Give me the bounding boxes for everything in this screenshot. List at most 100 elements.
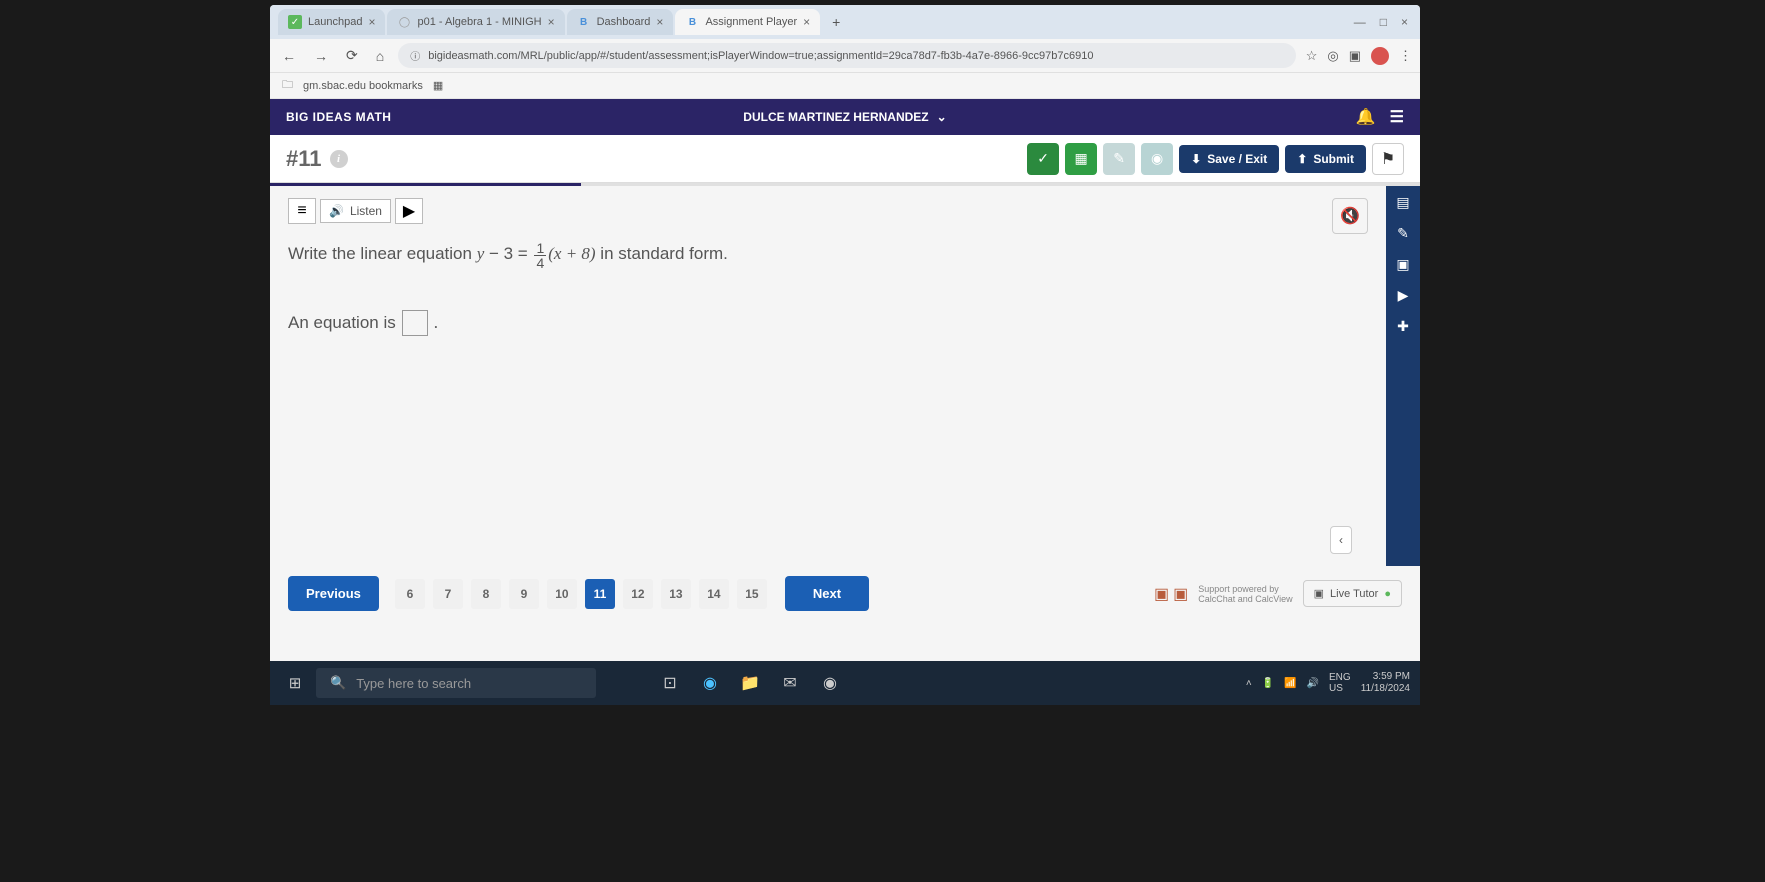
browser-tab[interactable]: B Assignment Player ×	[675, 9, 820, 35]
extension-icon[interactable]: ◎	[1327, 48, 1338, 64]
previous-button[interactable]: Previous	[288, 576, 379, 611]
fraction-numerator: 1	[534, 241, 546, 256]
listen-button[interactable]: 🔊 Listen	[320, 199, 391, 223]
prompt-text: − 3 =	[484, 244, 532, 263]
listen-menu-button[interactable]: ≡	[288, 198, 316, 224]
page-button-14[interactable]: 14	[699, 579, 729, 609]
site-info-icon[interactable]: ⓘ	[410, 48, 420, 63]
question-nav: Previous 6789101112131415 Next ▣ ▣ Suppo…	[270, 566, 1420, 621]
wifi-icon[interactable]: 📶	[1284, 678, 1296, 689]
browser-tab[interactable]: ✓ Launchpad ×	[278, 9, 385, 35]
question-number-text: #11	[286, 146, 322, 172]
search-icon: 🔍	[330, 675, 346, 691]
tab-title: p01 - Algebra 1 - MINIGH	[417, 16, 541, 28]
user-menu[interactable]: DULCE MARTINEZ HERNANDEZ ⌄	[743, 110, 946, 124]
tool-note-icon[interactable]: ▣	[1396, 256, 1409, 273]
page-button-13[interactable]: 13	[661, 579, 691, 609]
tool-accessibility-icon[interactable]: ✚	[1397, 318, 1409, 335]
tool-highlighter-icon[interactable]: ✎	[1397, 225, 1409, 242]
collapse-panel-button[interactable]: ‹	[1330, 526, 1352, 554]
live-tutor-button[interactable]: ▣ Live Tutor ●	[1303, 580, 1402, 607]
tool-button-calculator[interactable]: ▦	[1065, 143, 1097, 175]
start-button[interactable]: ⊞	[280, 668, 310, 698]
battery-icon[interactable]: 🔋	[1262, 678, 1274, 689]
url-input[interactable]: ⓘ bigideasmath.com/MRL/public/app/#/stud…	[398, 43, 1296, 68]
tool-button-scratchpad[interactable]: ✎	[1103, 143, 1135, 175]
close-icon[interactable]: ×	[803, 15, 810, 29]
submit-button[interactable]: ⬆ Submit	[1285, 145, 1366, 173]
mail-icon[interactable]: ✉	[776, 669, 804, 697]
answer-label: An equation is	[288, 313, 396, 333]
search-placeholder: Type here to search	[356, 676, 471, 691]
calcchat-icon[interactable]: ▣	[1154, 584, 1169, 604]
chrome-icon[interactable]: ◉	[816, 669, 844, 697]
mute-button[interactable]: 🔇	[1332, 198, 1368, 234]
save-exit-button[interactable]: ⬇ Save / Exit	[1179, 145, 1279, 173]
taskbar-search[interactable]: 🔍 Type here to search	[316, 668, 596, 698]
url-text: bigideasmath.com/MRL/public/app/#/studen…	[428, 50, 1093, 62]
close-icon[interactable]: ×	[656, 15, 663, 29]
close-icon[interactable]: ×	[368, 15, 375, 29]
page-button-11[interactable]: 11	[585, 579, 615, 609]
file-explorer-icon[interactable]: 📁	[736, 669, 764, 697]
math-expression: (x + 8)	[548, 244, 595, 263]
tray-clock[interactable]: 3:59 PM 11/18/2024	[1361, 671, 1410, 695]
tool-button-check[interactable]: ✓	[1027, 143, 1059, 175]
math-fraction: 14	[534, 241, 546, 270]
minimize-button[interactable]: —	[1354, 15, 1366, 29]
browser-tab[interactable]: B Dashboard ×	[567, 9, 674, 35]
page-button-6[interactable]: 6	[395, 579, 425, 609]
bookmark-folder-icon[interactable]: 🗀	[282, 76, 293, 95]
app-header: BIG IDEAS MATH DULCE MARTINEZ HERNANDEZ …	[270, 99, 1420, 135]
page-button-9[interactable]: 9	[509, 579, 539, 609]
close-icon[interactable]: ×	[548, 15, 555, 29]
tool-video-icon[interactable]: ▶	[1398, 287, 1409, 304]
extension-icon[interactable]: ▣	[1349, 48, 1361, 64]
star-icon[interactable]: ☆	[1306, 48, 1318, 64]
volume-icon[interactable]: 🔊	[1307, 678, 1319, 689]
page-button-8[interactable]: 8	[471, 579, 501, 609]
new-tab-button[interactable]: +	[822, 8, 850, 36]
page-button-12[interactable]: 12	[623, 579, 653, 609]
tool-ruler-icon[interactable]: ▤	[1396, 194, 1409, 211]
next-button[interactable]: Next	[785, 576, 869, 611]
forward-button[interactable]: →	[310, 44, 332, 68]
answer-line: An equation is .	[288, 310, 1368, 336]
save-exit-label: Save / Exit	[1207, 152, 1267, 166]
page-button-7[interactable]: 7	[433, 579, 463, 609]
back-button[interactable]: ←	[278, 44, 300, 68]
bookmark-item[interactable]: gm.sbac.edu bookmarks	[303, 80, 423, 92]
tool-button-help[interactable]: ◉	[1141, 143, 1173, 175]
tray-time: 3:59 PM	[1361, 671, 1410, 683]
bell-icon[interactable]: 🔔	[1356, 107, 1376, 127]
app-title: BIG IDEAS MATH	[286, 110, 391, 124]
profile-icon[interactable]	[1371, 47, 1389, 65]
question-prompt: Write the linear equation y − 3 = 14(x +…	[288, 240, 1368, 270]
apps-icon[interactable]: ▦	[433, 79, 443, 92]
page-button-10[interactable]: 10	[547, 579, 577, 609]
maximize-button[interactable]: □	[1380, 15, 1387, 29]
play-button[interactable]: ▶	[395, 198, 423, 224]
answer-input[interactable]	[402, 310, 428, 336]
tray-region: US	[1329, 683, 1351, 694]
bookmarks-bar: 🗀 gm.sbac.edu bookmarks ▦	[270, 73, 1420, 99]
home-button[interactable]: ⌂	[372, 44, 388, 68]
calcview-icon[interactable]: ▣	[1173, 584, 1188, 604]
windows-taskbar: ⊞ 🔍 Type here to search ⊡ ◉ 📁 ✉ ◉ ˄ 🔋 📶 …	[270, 661, 1420, 705]
menu-icon[interactable]: ⋮	[1399, 48, 1412, 64]
tab-title: Assignment Player	[705, 16, 797, 28]
page-button-15[interactable]: 15	[737, 579, 767, 609]
prompt-text: Write the linear equation	[288, 244, 477, 263]
info-icon[interactable]: i	[330, 150, 348, 168]
menu-icon[interactable]: ☰	[1390, 107, 1404, 127]
reload-button[interactable]: ⟳	[342, 43, 362, 68]
tray-lang[interactable]: ENG	[1329, 672, 1351, 683]
flag-button[interactable]: ⚑	[1372, 143, 1404, 175]
edge-icon[interactable]: ◉	[696, 669, 724, 697]
browser-tab[interactable]: ◯ p01 - Algebra 1 - MINIGH ×	[387, 9, 564, 35]
tray-chevron-icon[interactable]: ˄	[1246, 678, 1252, 689]
tab-title: Dashboard	[597, 16, 651, 28]
tab-icon: B	[577, 15, 591, 29]
close-window-button[interactable]: ×	[1401, 15, 1408, 29]
task-view-icon[interactable]: ⊡	[656, 669, 684, 697]
